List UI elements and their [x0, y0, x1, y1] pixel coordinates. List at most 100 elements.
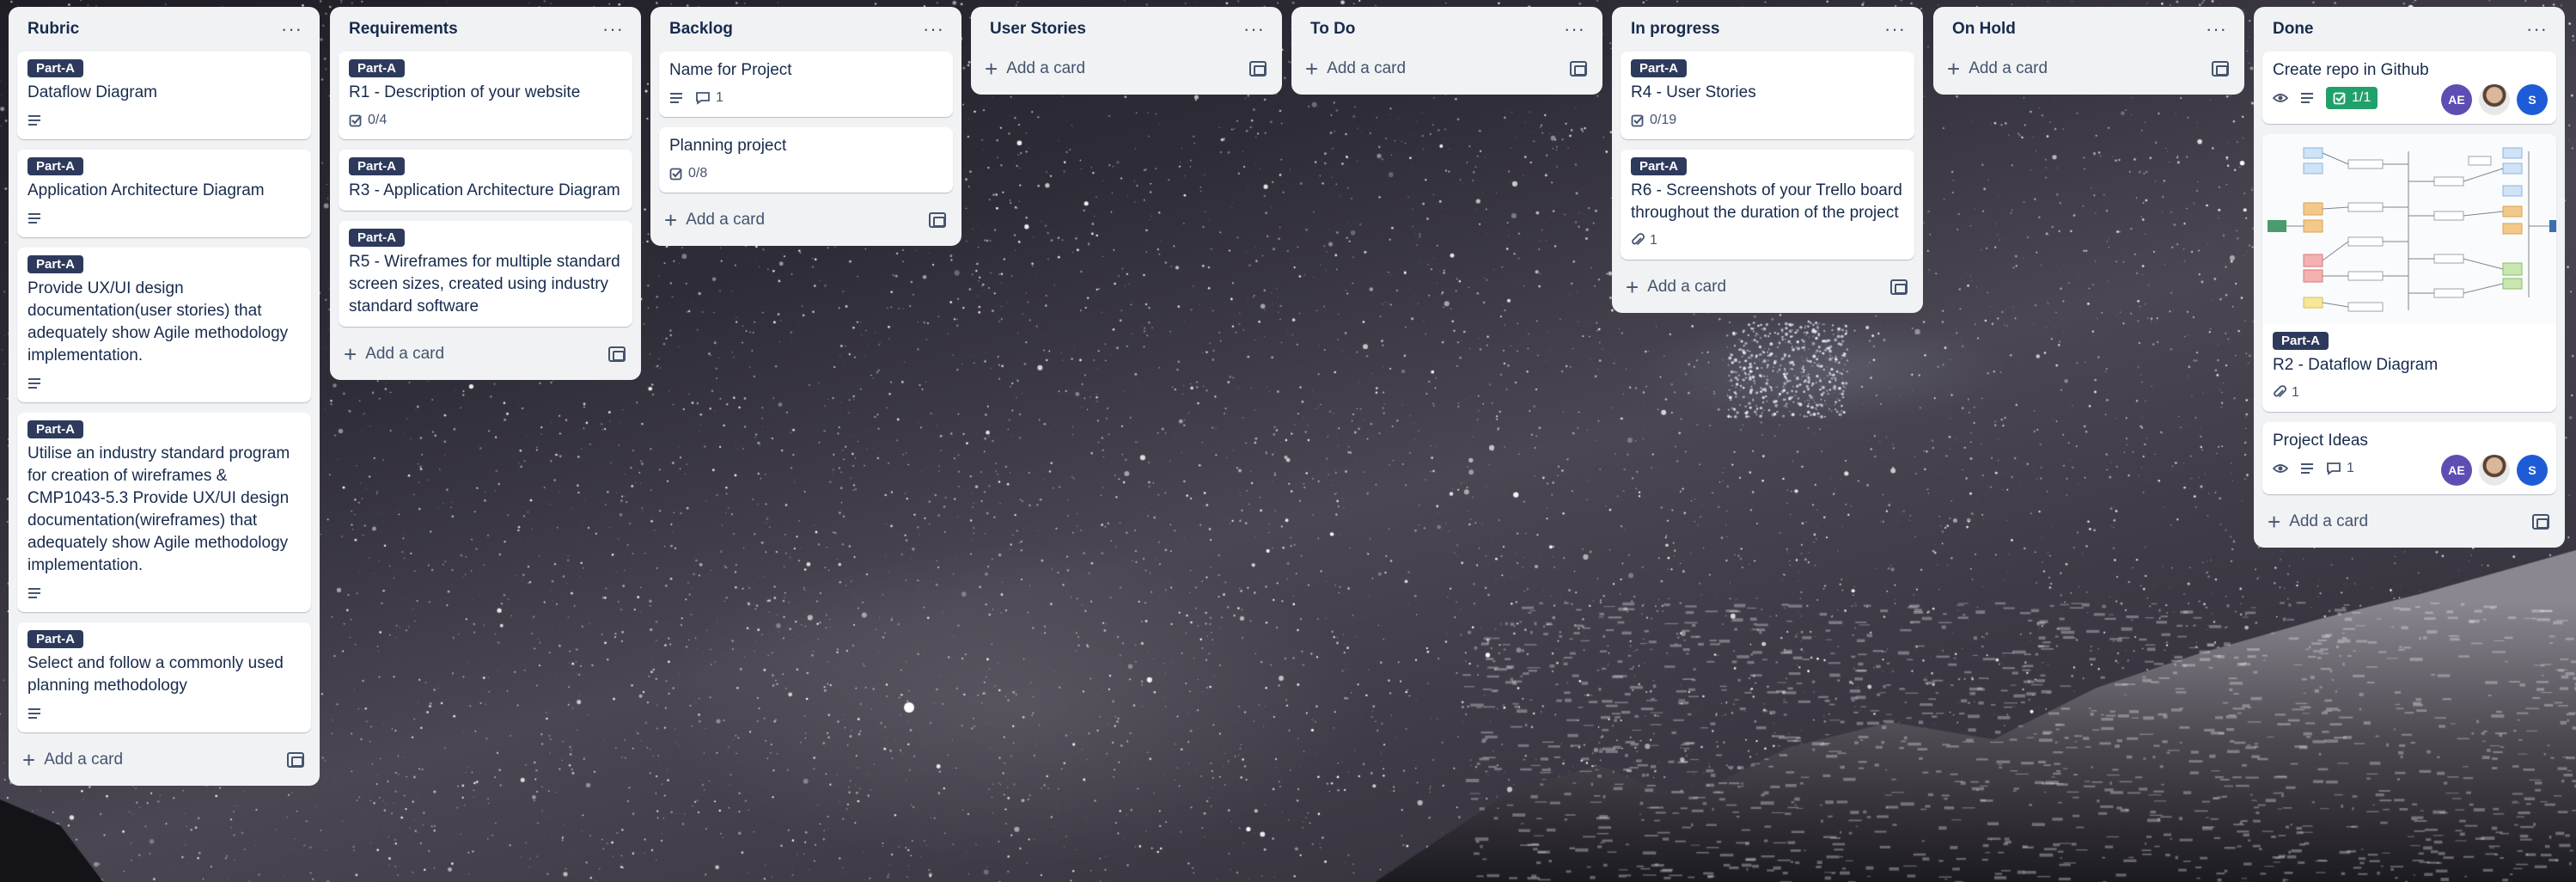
card[interactable]: Part-A Dataflow Diagram: [17, 52, 311, 139]
template-icon[interactable]: [287, 752, 304, 768]
ellipsis-icon[interactable]: ···: [2206, 20, 2227, 39]
list-title[interactable]: Backlog: [669, 20, 733, 39]
card[interactable]: Part-A Utilise an industry standard prog…: [17, 413, 311, 612]
ellipsis-icon[interactable]: ···: [1884, 20, 1906, 39]
list-title[interactable]: In progress: [1631, 20, 1719, 39]
add-card-button[interactable]: + Add a card: [339, 337, 632, 371]
add-card-button[interactable]: + Add a card: [1942, 52, 2236, 86]
add-card-button[interactable]: + Add a card: [1300, 52, 1594, 86]
checklist-count: 0/4: [368, 113, 388, 127]
card-label[interactable]: Part-A: [349, 229, 406, 247]
comment-icon: [696, 92, 710, 105]
card-members: AE S: [2441, 455, 2548, 486]
list-to-do: To Do ··· + Add a card: [1291, 7, 1602, 95]
template-icon[interactable]: [929, 212, 946, 228]
checklist-icon: [349, 114, 362, 127]
list-title[interactable]: Requirements: [349, 20, 458, 39]
card[interactable]: Planning project 0/8: [659, 127, 953, 193]
add-card-button[interactable]: + Add a card: [17, 743, 311, 777]
card-label[interactable]: Part-A: [349, 157, 406, 175]
card-title: Planning project: [669, 137, 787, 155]
attachment-badge: 1: [2273, 385, 2299, 401]
list-header[interactable]: In progress ···: [1621, 7, 1914, 52]
card-label[interactable]: Part-A: [1631, 157, 1688, 175]
attachment-count: 1: [2292, 385, 2299, 400]
plus-icon: +: [985, 56, 998, 82]
checklist-count: 1/1: [2352, 90, 2372, 105]
comment-badge: 1: [2326, 461, 2354, 476]
list-title[interactable]: User Stories: [990, 20, 1086, 39]
card[interactable]: Part-A R3 - Application Architecture Dia…: [339, 150, 632, 211]
ellipsis-icon[interactable]: ···: [1243, 20, 1265, 39]
add-card-label: Add a card: [365, 345, 445, 363]
plus-icon: +: [1305, 56, 1319, 82]
list-backlog: Backlog ··· Name for Project 1 Planning …: [650, 7, 961, 246]
description-icon: [669, 92, 683, 104]
card-label[interactable]: Part-A: [27, 420, 84, 438]
card-title: Project Ideas: [2273, 432, 2368, 450]
add-card-button[interactable]: + Add a card: [980, 52, 1273, 86]
description-icon: [2300, 92, 2314, 104]
card[interactable]: Part-A R5 - Wireframes for multiple stan…: [339, 221, 632, 327]
description-icon: [2300, 462, 2314, 475]
template-icon[interactable]: [608, 346, 626, 362]
card-label[interactable]: Part-A: [1631, 59, 1688, 77]
avatar[interactable]: AE: [2441, 84, 2472, 115]
template-icon[interactable]: [2532, 514, 2549, 530]
avatar[interactable]: [2479, 455, 2510, 486]
card[interactable]: Part-A Select and follow a commonly used…: [17, 622, 311, 732]
card[interactable]: Part-A R4 - User Stories 0/19: [1621, 52, 1914, 139]
card-label[interactable]: Part-A: [2273, 332, 2329, 350]
card[interactable]: Part-A R1 - Description of your website …: [339, 52, 632, 139]
ellipsis-icon[interactable]: ···: [602, 20, 624, 39]
card-label[interactable]: Part-A: [349, 59, 406, 77]
card[interactable]: Part-A Application Architecture Diagram: [17, 150, 311, 237]
avatar[interactable]: [2479, 84, 2510, 115]
template-icon[interactable]: [1249, 61, 1267, 77]
ellipsis-icon[interactable]: ···: [281, 20, 302, 39]
ellipsis-icon[interactable]: ···: [2526, 20, 2548, 39]
card-label[interactable]: Part-A: [27, 157, 84, 175]
list-header[interactable]: On Hold ···: [1942, 7, 2236, 52]
avatar[interactable]: AE: [2441, 455, 2472, 486]
ellipsis-icon[interactable]: ···: [923, 20, 944, 39]
list-header[interactable]: Done ···: [2262, 7, 2556, 52]
ellipsis-icon[interactable]: ···: [1564, 20, 1585, 39]
list-header[interactable]: Backlog ···: [659, 7, 953, 52]
plus-icon: +: [664, 207, 678, 233]
template-icon[interactable]: [1890, 279, 1908, 295]
add-card-button[interactable]: + Add a card: [2262, 505, 2556, 539]
list-on-hold: On Hold ··· + Add a card: [1933, 7, 2244, 95]
list-header[interactable]: To Do ···: [1300, 7, 1594, 52]
list-header[interactable]: Requirements ···: [339, 7, 632, 52]
card-badges: [27, 110, 301, 131]
card-label[interactable]: Part-A: [27, 59, 84, 77]
card-label[interactable]: Part-A: [27, 630, 84, 648]
card[interactable]: Name for Project 1: [659, 52, 953, 117]
card-label[interactable]: Part-A: [27, 255, 84, 273]
list-header[interactable]: Rubric ···: [17, 7, 311, 52]
card-title: R1 - Description of your website: [349, 83, 581, 101]
add-card-button[interactable]: + Add a card: [659, 203, 953, 237]
list-title[interactable]: Done: [2273, 20, 2314, 39]
avatar[interactable]: S: [2517, 84, 2548, 115]
plus-icon: +: [2268, 509, 2281, 535]
plus-icon: +: [1947, 56, 1961, 82]
plus-icon: +: [344, 341, 357, 367]
comment-icon: [2327, 462, 2341, 475]
list-title[interactable]: Rubric: [27, 20, 79, 39]
card[interactable]: Create repo in Github 1/1 AE S: [2262, 52, 2556, 124]
template-icon[interactable]: [1570, 61, 1587, 77]
card[interactable]: Part-A R6 - Screenshots of your Trello b…: [1621, 150, 1914, 260]
card[interactable]: Part-A Provide UX/UI design documentatio…: [17, 248, 311, 402]
card-badges: 0/19: [1631, 110, 1904, 131]
list-title[interactable]: On Hold: [1952, 20, 2016, 39]
card-badges: 0/4: [349, 110, 622, 131]
card[interactable]: Part-A R2 - Dataflow Diagram 1: [2262, 134, 2556, 412]
template-icon[interactable]: [2212, 61, 2229, 77]
card[interactable]: Project Ideas 1 AE S: [2262, 422, 2556, 494]
avatar[interactable]: S: [2517, 455, 2548, 486]
list-title[interactable]: To Do: [1310, 20, 1355, 39]
list-header[interactable]: User Stories ···: [980, 7, 1273, 52]
add-card-button[interactable]: + Add a card: [1621, 270, 1914, 304]
